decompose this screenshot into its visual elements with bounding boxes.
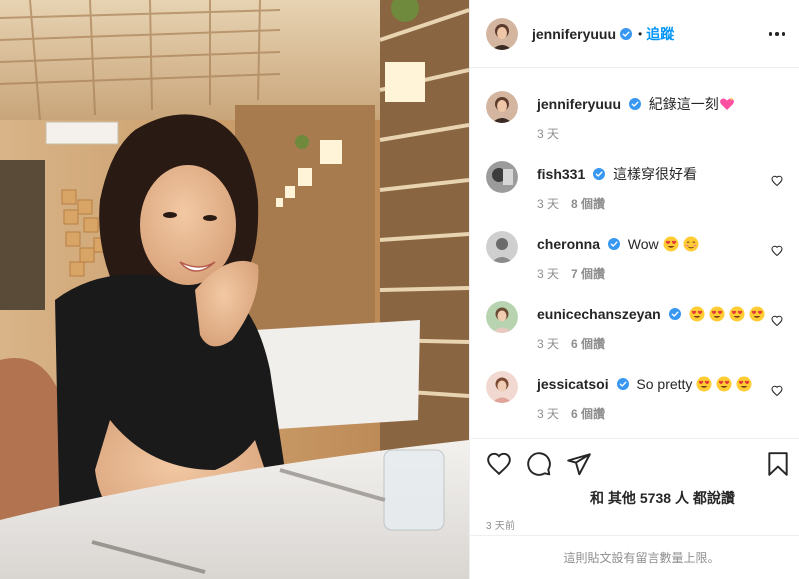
- bookmark-icon[interactable]: [765, 451, 791, 477]
- comment-likes[interactable]: 6 個讚: [571, 407, 605, 421]
- verified-badge-icon: [620, 27, 633, 40]
- heart-eyes-emoji: [663, 236, 679, 252]
- post-photo[interactable]: [0, 0, 469, 579]
- comment-likes[interactable]: 7 個讚: [571, 267, 605, 281]
- comment-time[interactable]: 3 天: [537, 407, 559, 421]
- comment-item: jessicatsoi So pretty 3 天 6 個讚: [486, 371, 787, 422]
- verified-badge-icon: [616, 378, 629, 390]
- paper-plane-icon[interactable]: [566, 451, 592, 477]
- verified-badge-icon: [628, 98, 641, 110]
- heart-eyes-emoji: [749, 306, 765, 322]
- comment-text: 這樣穿很好看: [613, 166, 698, 182]
- likes-summary[interactable]: 和 其他 5738 人 都說讚: [590, 488, 735, 508]
- comment-like-heart-icon[interactable]: [771, 315, 783, 327]
- follow-button[interactable]: 追蹤: [646, 24, 674, 44]
- post-header: jenniferyuuu • 追蹤: [470, 0, 799, 68]
- comment-item: fish331 這樣穿很好看 3 天 8 個讚: [486, 161, 787, 212]
- more-options-icon[interactable]: [767, 24, 787, 44]
- heart-eyes-emoji: [689, 306, 705, 322]
- verified-badge-icon: [668, 308, 681, 320]
- caption-text: 紀錄這一刻: [648, 96, 719, 112]
- heart-eyes-emoji: [736, 376, 752, 392]
- caption-time[interactable]: 3 天: [537, 127, 559, 141]
- sparkling-heart-emoji: [719, 96, 735, 112]
- verified-badge-icon: [607, 238, 620, 250]
- comment-time[interactable]: 3 天: [537, 337, 559, 351]
- commenter-avatar[interactable]: [486, 161, 518, 193]
- author-username[interactable]: jenniferyuuu: [532, 26, 616, 42]
- comment-icon[interactable]: [526, 451, 552, 477]
- heart-eyes-emoji: [696, 376, 712, 392]
- comment-like-heart-icon[interactable]: [771, 245, 783, 257]
- comment-text: Wow: [627, 236, 659, 252]
- comments-list[interactable]: jenniferyuuu 紀錄這一刻 3 天 fish331 這樣穿很好看 3 …: [470, 69, 799, 438]
- comment-time[interactable]: 3 天: [537, 267, 559, 281]
- comment-username[interactable]: eunicechanszeyan: [537, 306, 661, 322]
- caption-username[interactable]: jenniferyuuu: [537, 96, 621, 112]
- comment-username[interactable]: fish331: [537, 166, 585, 182]
- likes-prefix: 和 其他: [590, 490, 636, 506]
- comments-limited-text: 這則貼文設有留言數量上限。: [563, 551, 720, 565]
- comment-time[interactable]: 3 天: [537, 197, 559, 211]
- comment-likes[interactable]: 6 個讚: [571, 337, 605, 351]
- comment-item: cheronna Wow 3 天 7 個讚: [486, 231, 787, 282]
- heart-eyes-emoji: [709, 306, 725, 322]
- heart-eyes-emoji: [729, 306, 745, 322]
- author-avatar[interactable]: [486, 17, 518, 50]
- post-side-panel: jenniferyuuu • 追蹤 jenniferyuuu 紀錄這一刻 3 天: [469, 0, 799, 579]
- likes-suffix: 人 都說讚: [675, 490, 735, 506]
- post-timestamp[interactable]: 3 天前: [486, 517, 515, 532]
- heart-eyes-emoji: [716, 376, 732, 392]
- comment-username[interactable]: cheronna: [537, 236, 600, 252]
- verified-badge-icon: [593, 168, 606, 180]
- comment-likes[interactable]: 8 個讚: [571, 197, 605, 211]
- comment-like-heart-icon[interactable]: [771, 175, 783, 187]
- separator-dot: •: [638, 26, 643, 41]
- restaurant-portrait-image: [0, 0, 469, 579]
- comment-text: So pretty: [636, 376, 693, 392]
- comment-item: eunicechanszeyan 3 天 6 個讚: [486, 301, 787, 352]
- comments-limited-notice: 這則貼文設有留言數量上限。: [470, 535, 799, 579]
- smiling-face-emoji: [683, 236, 699, 252]
- commenter-avatar[interactable]: [486, 301, 518, 333]
- post-actions: 和 其他 5738 人 都說讚 3 天前: [470, 438, 799, 534]
- likes-count: 5738: [639, 490, 672, 506]
- commenter-avatar[interactable]: [486, 371, 518, 403]
- comment-username[interactable]: jessicatsoi: [537, 376, 609, 392]
- caption: jenniferyuuu 紀錄這一刻 3 天: [486, 91, 787, 142]
- commenter-avatar[interactable]: [486, 231, 518, 263]
- comment-like-heart-icon[interactable]: [771, 385, 783, 397]
- heart-icon[interactable]: [486, 451, 512, 477]
- author-avatar[interactable]: [486, 91, 518, 123]
